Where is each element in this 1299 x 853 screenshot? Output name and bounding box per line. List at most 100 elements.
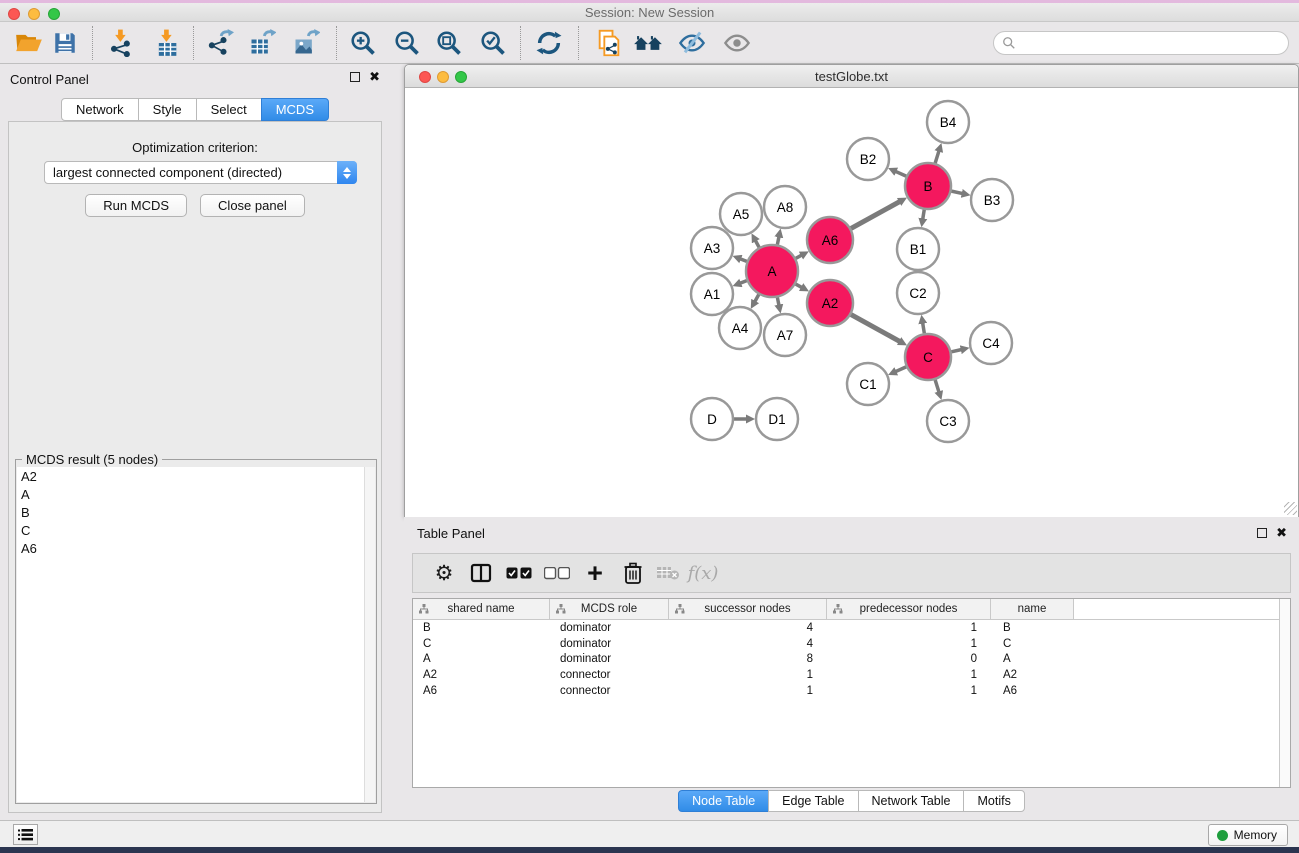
cell-MCDS-role[interactable]: dominator	[550, 622, 669, 634]
cell-successor-nodes[interactable]: 4	[669, 622, 827, 634]
column-header-name[interactable]: name	[991, 599, 1074, 619]
cell-shared-name[interactable]: A6	[413, 685, 550, 697]
clone-network-icon[interactable]	[593, 27, 625, 59]
list-item[interactable]: A6	[17, 539, 375, 557]
node-C3[interactable]: C3	[927, 400, 969, 442]
tab-node-table[interactable]: Node Table	[678, 790, 769, 812]
tab-style[interactable]: Style	[138, 98, 197, 121]
result-list-scrollbar[interactable]	[364, 467, 375, 802]
deselect-all-icon[interactable]	[542, 558, 572, 588]
node-A5[interactable]: A5	[720, 193, 762, 235]
search-field[interactable]	[993, 31, 1289, 55]
edge-A-A5[interactable]	[755, 240, 759, 247]
node-B2[interactable]: B2	[847, 138, 889, 180]
close-panel-button[interactable]: Close panel	[200, 194, 305, 217]
tab-select[interactable]: Select	[196, 98, 262, 121]
node-C[interactable]: C	[905, 334, 951, 380]
cell-predecessor-nodes[interactable]: 0	[827, 653, 991, 665]
node-B[interactable]: B	[905, 163, 951, 209]
node-C4[interactable]: C4	[970, 322, 1012, 364]
float-panel-icon[interactable]	[1257, 528, 1267, 538]
cell-MCDS-role[interactable]: dominator	[550, 653, 669, 665]
open-session-icon[interactable]	[13, 27, 45, 59]
task-history-list-icon[interactable]	[13, 824, 38, 845]
export-image-icon[interactable]	[290, 27, 322, 59]
cell-predecessor-nodes[interactable]: 1	[827, 685, 991, 697]
window-resize-grip[interactable]	[1284, 502, 1297, 515]
import-network-icon[interactable]	[105, 27, 137, 59]
node-C1[interactable]: C1	[847, 363, 889, 405]
refresh-icon[interactable]	[533, 27, 565, 59]
column-layout-icon[interactable]	[466, 558, 496, 588]
table-row[interactable]: Cdominator41C	[413, 636, 1290, 652]
delete-column-trash-icon[interactable]	[618, 558, 648, 588]
column-header-predecessor-nodes[interactable]: predecessor nodes	[827, 599, 991, 619]
list-item[interactable]: C	[17, 521, 375, 539]
tab-edge-table[interactable]: Edge Table	[768, 790, 858, 812]
table-row[interactable]: Bdominator41B	[413, 620, 1290, 636]
list-item[interactable]: A2	[17, 467, 375, 485]
cell-successor-nodes[interactable]: 8	[669, 653, 827, 665]
hide-panels-eye-icon[interactable]	[676, 27, 708, 59]
cell-shared-name[interactable]: A2	[413, 669, 550, 681]
cell-predecessor-nodes[interactable]: 1	[827, 622, 991, 634]
node-A4[interactable]: A4	[719, 307, 761, 349]
edge-A-A4[interactable]	[755, 295, 759, 302]
memory-button[interactable]: Memory	[1208, 824, 1288, 846]
table-scrollbar[interactable]	[1279, 599, 1290, 787]
table-row[interactable]: Adominator80A	[413, 652, 1290, 668]
node-A2[interactable]: A2	[807, 280, 853, 326]
tab-network-table[interactable]: Network Table	[858, 790, 965, 812]
node-B3[interactable]: B3	[971, 179, 1013, 221]
close-panel-icon[interactable]: ✖	[369, 72, 380, 82]
edge-A-A7[interactable]	[777, 297, 779, 305]
float-panel-icon[interactable]	[350, 72, 360, 82]
criterion-dropdown[interactable]: largest connected component (directed)	[44, 161, 357, 184]
edge-C-C2[interactable]	[923, 323, 925, 334]
home-icon[interactable]	[632, 27, 664, 59]
edge-A2-C[interactable]	[851, 315, 900, 342]
cell-predecessor-nodes[interactable]: 1	[827, 669, 991, 681]
select-all-checked-icon[interactable]	[504, 558, 534, 588]
edge-A6-B[interactable]	[851, 201, 900, 228]
edge-A-A1[interactable]	[740, 281, 747, 284]
cell-successor-nodes[interactable]: 1	[669, 685, 827, 697]
run-mcds-button[interactable]: Run MCDS	[85, 194, 187, 217]
cell-name[interactable]: B	[991, 622, 1074, 634]
cell-predecessor-nodes[interactable]: 1	[827, 638, 991, 650]
table-settings-gear-icon[interactable]: ⚙	[429, 558, 459, 588]
export-table-icon[interactable]	[246, 27, 278, 59]
zoom-in-icon[interactable]	[347, 27, 379, 59]
cell-name[interactable]: A2	[991, 669, 1074, 681]
close-panel-icon[interactable]: ✖	[1276, 528, 1287, 538]
cell-MCDS-role[interactable]: connector	[550, 669, 669, 681]
zoom-out-icon[interactable]	[391, 27, 423, 59]
cell-shared-name[interactable]: C	[413, 638, 550, 650]
node-A3[interactable]: A3	[691, 227, 733, 269]
edge-A-A3[interactable]	[740, 259, 747, 262]
show-panels-eye-icon[interactable]	[721, 27, 753, 59]
edge-B-B3[interactable]	[951, 191, 962, 193]
edge-B-B2[interactable]	[895, 171, 906, 176]
node-D[interactable]: D	[691, 398, 733, 440]
function-fx-icon[interactable]: f(x)	[688, 558, 718, 588]
cell-name[interactable]: C	[991, 638, 1074, 650]
zoom-selected-icon[interactable]	[477, 27, 509, 59]
node-A8[interactable]: A8	[764, 186, 806, 228]
column-header-shared-name[interactable]: shared name	[413, 599, 550, 619]
list-item[interactable]: A	[17, 485, 375, 503]
cell-name[interactable]: A	[991, 653, 1074, 665]
cell-successor-nodes[interactable]: 1	[669, 669, 827, 681]
export-network-icon[interactable]	[204, 27, 236, 59]
edge-C-C4[interactable]	[951, 350, 961, 352]
cell-successor-nodes[interactable]: 4	[669, 638, 827, 650]
cell-MCDS-role[interactable]: dominator	[550, 638, 669, 650]
add-column-icon[interactable]: +	[580, 558, 610, 588]
edge-B-B4[interactable]	[935, 151, 939, 163]
tab-network[interactable]: Network	[61, 98, 139, 121]
edge-A-A8[interactable]	[777, 236, 779, 244]
node-D1[interactable]: D1	[756, 398, 798, 440]
node-A[interactable]: A	[746, 245, 798, 297]
edge-C-C3[interactable]	[935, 380, 939, 392]
column-header-MCDS-role[interactable]: MCDS role	[550, 599, 669, 619]
